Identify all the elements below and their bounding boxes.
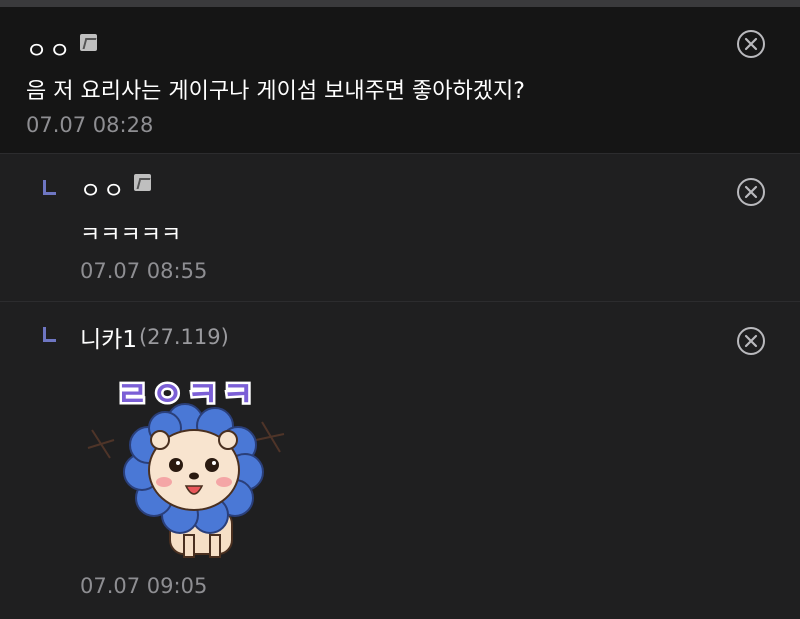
close-icon[interactable] bbox=[737, 327, 765, 355]
comment-author-row: ㅇㅇ bbox=[26, 31, 98, 65]
fixed-nick-badge-icon bbox=[134, 173, 152, 191]
close-icon[interactable] bbox=[737, 178, 765, 206]
close-icon[interactable] bbox=[737, 30, 765, 58]
comment-timestamp: 07.07 08:28 bbox=[26, 113, 154, 137]
comment-item: ㅇㅇ 음 저 요리사는 게이구나 게이섬 보내주면 좋아하겠지? 07.07 0… bbox=[0, 7, 800, 154]
reply-text: ㅋㅋㅋㅋㅋ bbox=[80, 223, 182, 248]
reply-author-row: 니카1 (27.119) bbox=[80, 320, 229, 354]
reply-author-row: ㅇㅇ bbox=[80, 171, 152, 205]
reply-author[interactable]: ㅇㅇ bbox=[80, 171, 126, 205]
reply-timestamp: 07.07 09:05 bbox=[80, 574, 208, 598]
top-divider-bar bbox=[0, 0, 800, 7]
comment-text: 음 저 요리사는 게이구나 게이섬 보내주면 좋아하겠지? bbox=[26, 79, 525, 104]
reply-arrow-icon bbox=[43, 327, 56, 342]
reply-timestamp: 07.07 08:55 bbox=[80, 259, 208, 283]
lion-flower-sticker[interactable]: ㄹㅇㅋㅋ bbox=[80, 370, 295, 560]
reply-item: ㅇㅇ ㅋㅋㅋㅋㅋ 07.07 08:55 bbox=[0, 154, 800, 302]
reply-arrow-icon bbox=[43, 180, 56, 195]
comment-author[interactable]: ㅇㅇ bbox=[26, 31, 72, 65]
reply-author[interactable]: 니카1 bbox=[80, 320, 137, 354]
fixed-nick-badge-icon bbox=[80, 33, 98, 51]
reply-author-ip: (27.119) bbox=[138, 325, 229, 349]
